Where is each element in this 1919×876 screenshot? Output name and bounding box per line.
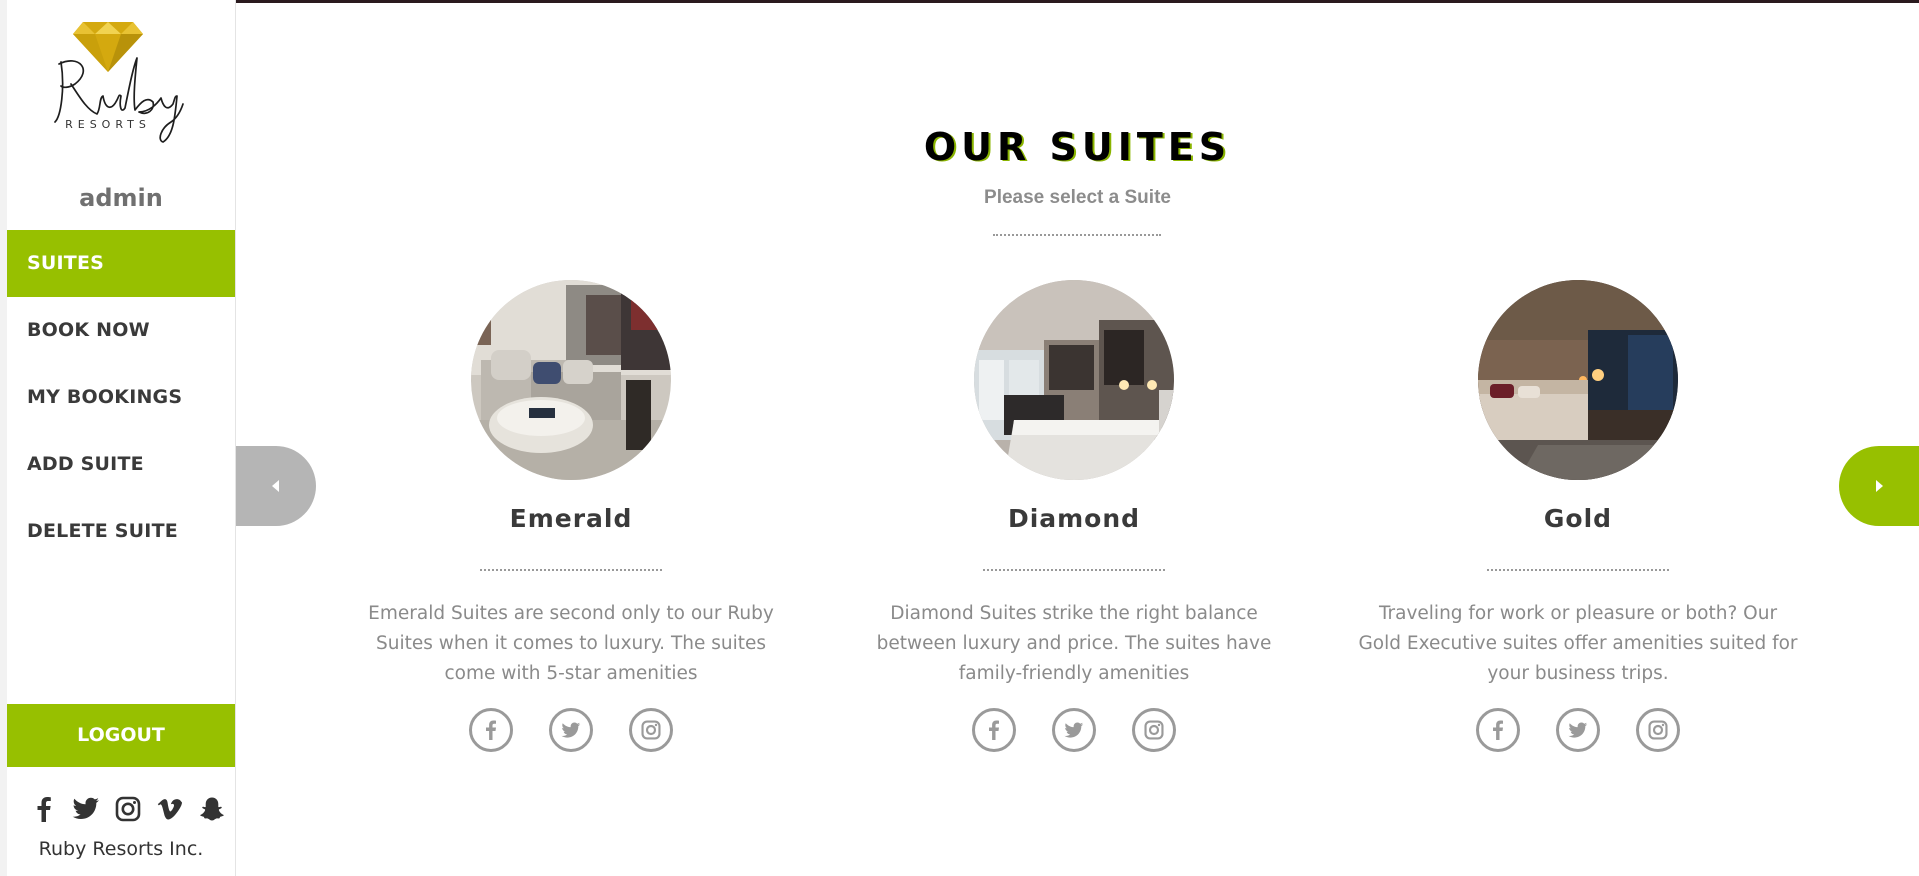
sidebar-item-my-bookings[interactable]: MY BOOKINGS [7, 364, 235, 431]
logout-button[interactable]: LOGOUT [7, 704, 235, 767]
username-label: admin [79, 184, 163, 212]
suite-divider [1487, 569, 1669, 571]
caret-right-icon [1876, 480, 1883, 492]
facebook-icon[interactable] [469, 708, 513, 752]
copyright-text: Ruby Resorts Inc. [38, 838, 204, 860]
suite-name: Emerald [509, 504, 633, 533]
instagram-icon[interactable] [1636, 708, 1680, 752]
caret-left-icon [272, 480, 279, 492]
suite-social-links [844, 708, 1304, 752]
suite-photo-diamond[interactable] [974, 280, 1174, 480]
suite-description: Emerald Suites are second only to our Ru… [368, 603, 774, 684]
sidebar-item-suites[interactable]: SUITES [7, 230, 235, 297]
facebook-icon[interactable] [972, 708, 1016, 752]
twitter-icon[interactable] [1556, 708, 1600, 752]
facebook-icon[interactable] [1476, 708, 1520, 752]
page-title: OUR SUITES [923, 125, 1232, 169]
suite-name: Gold [1543, 504, 1613, 533]
sidebar-item-book-now[interactable]: BOOK NOW [7, 297, 235, 364]
sidebar-social-links [29, 794, 229, 824]
ruby-resorts-logo[interactable]: RESORTS [45, 18, 205, 158]
logo-subtext: RESORTS [65, 118, 151, 131]
suite-divider [983, 569, 1165, 571]
logo-graphic: RESORTS [54, 22, 184, 143]
sidebar-item-add-suite[interactable]: ADD SUITE [7, 431, 235, 498]
suite-photo-gold[interactable] [1478, 280, 1678, 480]
carousel-prev-button[interactable] [236, 446, 316, 526]
facebook-icon[interactable] [29, 795, 58, 824]
instagram-icon[interactable] [629, 708, 673, 752]
suite-social-links [1348, 708, 1808, 752]
suite-social-links [341, 708, 801, 752]
twitter-icon[interactable] [549, 708, 593, 752]
sidebar-item-delete-suite[interactable]: DELETE SUITE [7, 498, 235, 565]
suite-divider [480, 569, 662, 571]
page-subtitle: Please select a Suite [984, 187, 1171, 208]
suite-description: Traveling for work or pleasure or both? … [1358, 603, 1798, 684]
twitter-icon[interactable] [1052, 708, 1096, 752]
carousel-next-button[interactable] [1839, 446, 1919, 526]
main-content: OUR SUITES Please select a Suite Emerald… [236, 3, 1919, 876]
snapchat-icon[interactable] [197, 795, 226, 824]
vimeo-icon[interactable] [155, 795, 184, 824]
suite-photo-emerald[interactable] [471, 280, 671, 480]
sidebar-nav: SUITES BOOK NOW MY BOOKINGS ADD SUITE DE… [7, 230, 235, 565]
suite-name: Diamond [1007, 504, 1141, 533]
suite-description: Diamond Suites strike the right balance … [876, 603, 1272, 684]
title-divider [993, 234, 1161, 236]
sidebar: RESORTS admin SUITES BOOK NOW MY BOOKING… [0, 0, 236, 876]
twitter-icon[interactable] [71, 795, 100, 824]
instagram-icon[interactable] [113, 795, 142, 824]
instagram-icon[interactable] [1132, 708, 1176, 752]
